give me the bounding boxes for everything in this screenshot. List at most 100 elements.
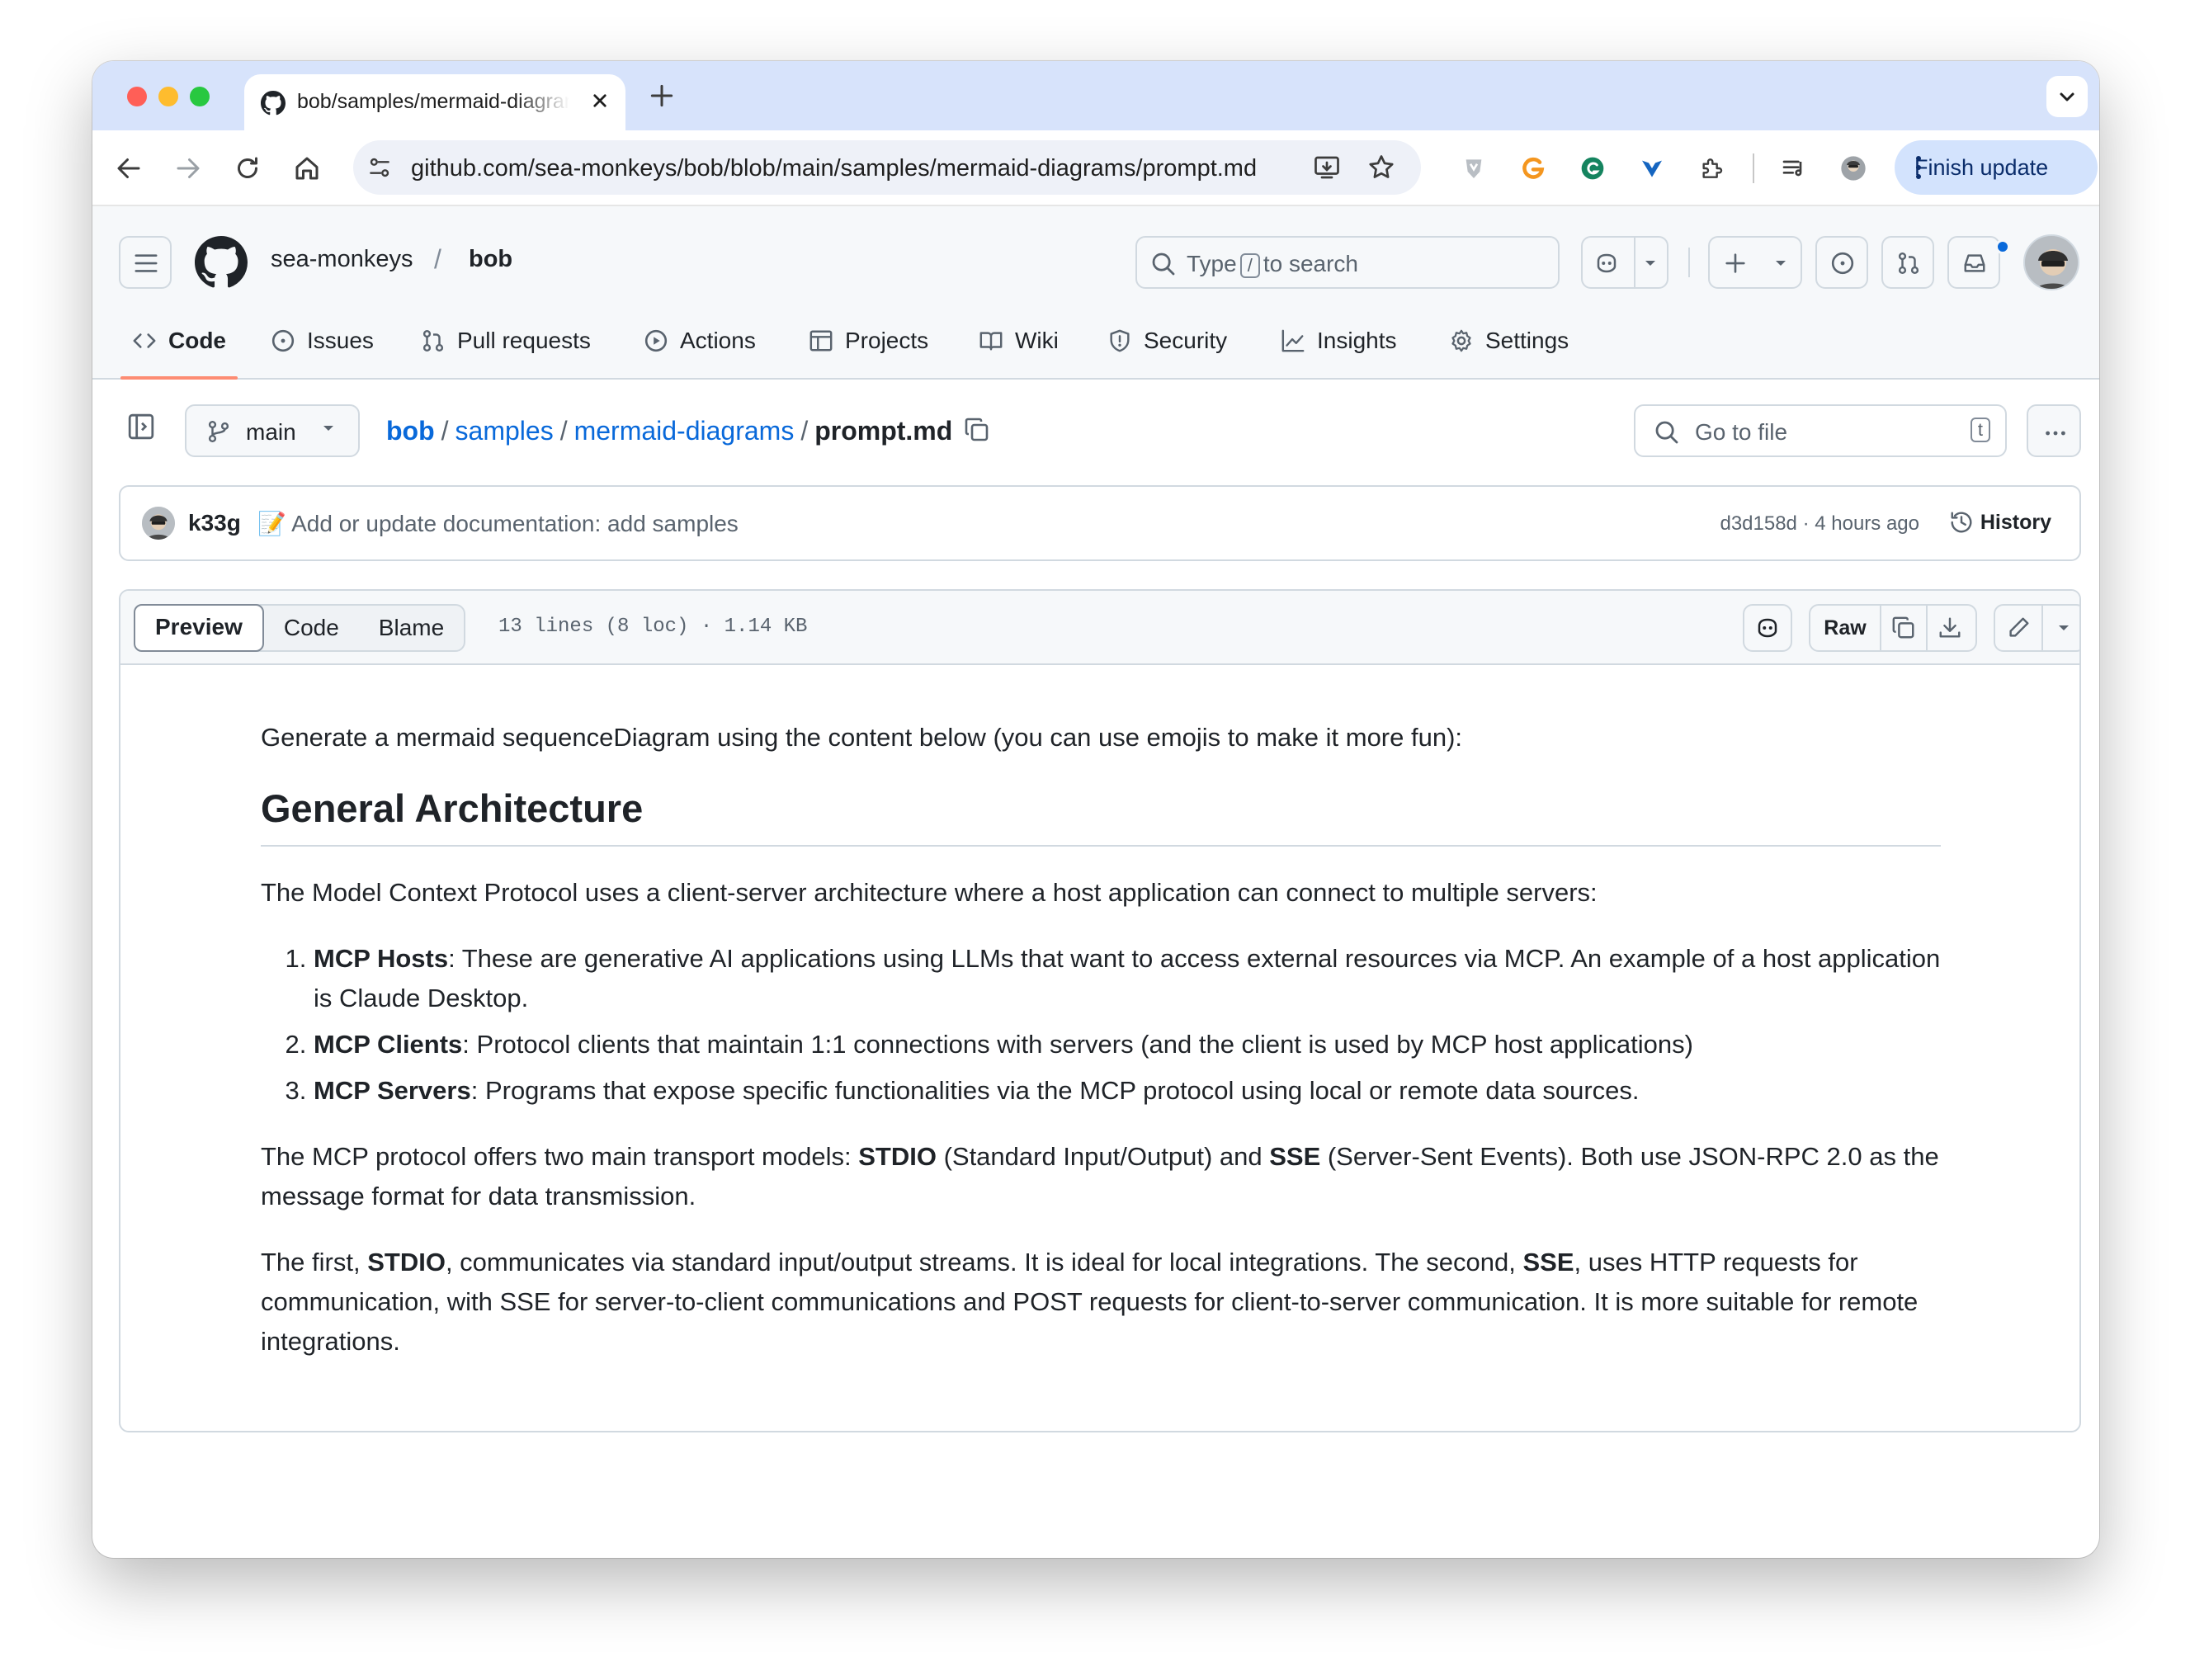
extensions-puzzle-icon[interactable] (1693, 150, 1730, 186)
text-run: (Standard Input/Output) and (936, 1142, 1270, 1171)
file-meta: 13 lines (8 loc) · 1.14 KB (498, 616, 808, 638)
create-new-button[interactable] (1708, 236, 1802, 289)
browser-tab[interactable]: bob/samples/mermaid-diagrams/prompt.md ·… (244, 74, 625, 130)
address-bar[interactable]: github.com/sea-monkeys/bob/blob/main/sam… (353, 140, 1421, 195)
markdown-body: Generate a mermaid sequenceDiagram using… (261, 718, 1941, 1388)
copilot-split-button[interactable] (1581, 236, 1668, 289)
github-logo-icon[interactable] (195, 236, 248, 289)
breadcrumb-repo-link[interactable]: bob (386, 416, 435, 446)
download-raw-button[interactable] (1926, 606, 1972, 650)
tab-title: bob/samples/mermaid-diagrams/prompt.md ·… (297, 90, 569, 113)
breadcrumb-mermaid-link[interactable]: mermaid-diagrams (574, 416, 795, 446)
commit-hash-time[interactable]: d3d158d · 4 hours ago (1720, 512, 1919, 536)
tab-issues[interactable]: Issues (271, 302, 374, 380)
commit-emoji: 📝 (257, 511, 286, 536)
avatar-image-icon (142, 507, 175, 540)
text-run: The first, (261, 1248, 368, 1277)
minimize-window-button[interactable] (158, 87, 178, 106)
home-button[interactable] (287, 149, 327, 188)
finish-update-button[interactable]: Finish update (1895, 140, 2098, 195)
history-button[interactable]: History (1949, 510, 2051, 535)
shield-icon (1110, 329, 1130, 352)
arrow-right-icon (177, 158, 200, 178)
tab-wiki[interactable]: Wiki (979, 302, 1059, 380)
install-app-icon[interactable] (1312, 153, 1342, 182)
issues-button[interactable] (1815, 236, 1868, 289)
commit-message-text: Add or update documentation: add samples (291, 511, 739, 536)
tab-actions[interactable]: Actions (644, 302, 756, 380)
expand-file-tree-icon[interactable] (127, 413, 155, 441)
more-options-button[interactable] (2027, 404, 2081, 457)
bold-run: STDIO (858, 1142, 937, 1171)
tab-settings[interactable]: Settings (1449, 302, 1569, 380)
header-divider (1688, 248, 1690, 277)
commit-message[interactable]: 📝 Add or update documentation: add sampl… (257, 510, 739, 537)
hamburger-icon (135, 254, 158, 272)
tab-projects[interactable]: Projects (809, 302, 928, 380)
pull-requests-button[interactable] (1881, 236, 1934, 289)
copy-path-icon[interactable] (964, 417, 990, 443)
breadcrumb-current-file: prompt.md (814, 416, 953, 446)
tab-search-button[interactable] (2046, 76, 2088, 117)
forward-button[interactable] (168, 149, 208, 188)
new-tab-icon[interactable] (645, 79, 678, 112)
profile-avatar-icon[interactable] (1835, 150, 1871, 186)
tab-pull-requests[interactable]: Pull requests (421, 302, 591, 380)
heart-extension-icon[interactable] (1634, 150, 1670, 186)
tab-pull-requests-label: Pull requests (457, 328, 591, 353)
branch-name: main (246, 419, 296, 445)
history-icon (1951, 512, 1972, 533)
tab-wiki-label: Wiki (1015, 328, 1059, 353)
list-item: MCP Servers: Programs that expose specif… (314, 1071, 1941, 1111)
raw-button[interactable]: Raw (1810, 606, 1880, 650)
zoom-window-button[interactable] (190, 87, 210, 106)
breadcrumb-samples-link[interactable]: samples (455, 416, 554, 446)
edit-file-button[interactable] (1995, 606, 2041, 650)
code-view-tab[interactable]: Code (264, 606, 359, 650)
edit-options-button[interactable] (2041, 606, 2079, 650)
go-to-file-placeholder: Go to file (1695, 419, 1788, 445)
branch-selector[interactable]: main (185, 404, 360, 457)
tab-insights[interactable]: Insights (1281, 302, 1397, 380)
commit-author-avatar[interactable] (142, 507, 175, 540)
commit-author[interactable]: k33g (188, 510, 241, 536)
owner-repo-separator: / (434, 244, 441, 274)
list-item: MCP Hosts: These are generative AI appli… (314, 939, 1941, 1018)
repo-name-link[interactable]: bob (469, 246, 512, 273)
orange-g-extension-icon[interactable] (1515, 150, 1551, 186)
copy-raw-button[interactable] (1880, 606, 1926, 650)
download-icon (1939, 617, 1961, 638)
user-avatar[interactable] (2023, 234, 2079, 290)
blame-tab[interactable]: Blame (359, 606, 464, 650)
back-button[interactable] (109, 149, 149, 188)
copilot-icon (1758, 618, 1777, 638)
search-prefix: Type (1187, 251, 1237, 276)
close-tab-icon[interactable] (588, 88, 612, 113)
reload-button[interactable] (228, 149, 267, 188)
tab-security[interactable]: Security (1107, 302, 1227, 380)
comparison-paragraph: The first, STDIO, communicates via stand… (261, 1243, 1941, 1361)
avatar-image-icon (2025, 236, 2078, 289)
close-window-button[interactable] (127, 87, 147, 106)
global-menu-button[interactable] (119, 236, 172, 289)
grammarly-extension-icon[interactable] (1574, 150, 1611, 186)
shield-extension-icon[interactable] (1456, 150, 1492, 186)
go-to-file-input[interactable]: Go to file t (1634, 404, 2007, 457)
site-info-icon[interactable] (366, 154, 393, 181)
inbox-button[interactable] (1947, 236, 2000, 289)
copilot-icon (1597, 253, 1617, 273)
issue-opened-icon (1831, 252, 1854, 275)
list-item-text: : Protocol clients that maintain 1:1 con… (462, 1030, 1693, 1059)
file-viewer: Preview Code Blame 13 lines (8 loc) · 1.… (119, 589, 2081, 1432)
preview-tab[interactable]: Preview (134, 604, 264, 652)
breadcrumb-separator: / (559, 416, 568, 446)
tab-security-label: Security (1144, 328, 1228, 353)
tab-code-label: Code (168, 328, 226, 353)
tab-code[interactable]: Code (120, 302, 238, 380)
copilot-chat-button[interactable] (1743, 604, 1792, 652)
bookmark-star-icon[interactable] (1366, 153, 1396, 182)
global-search-input[interactable]: Type / to search (1135, 236, 1560, 289)
reading-list-icon[interactable] (1776, 150, 1812, 186)
repo-owner-link[interactable]: sea-monkeys (271, 246, 413, 273)
github-header: sea-monkeys / bob Type / to search Code … (92, 206, 2099, 380)
